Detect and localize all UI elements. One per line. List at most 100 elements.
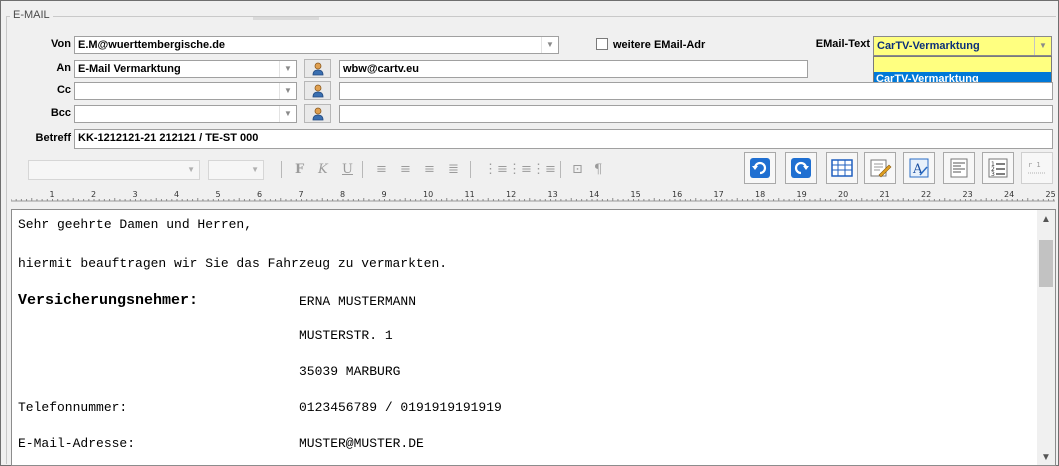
scroll-thumb[interactable]: [1039, 240, 1053, 287]
von-combo[interactable]: E.M@wuerttembergische.de ▼: [74, 36, 559, 54]
edit-button[interactable]: [864, 152, 896, 184]
align-center-icon[interactable]: ≡: [400, 162, 411, 177]
ruler-number: 14: [589, 190, 599, 199]
vn-street: MUSTERSTR. 1: [299, 328, 393, 343]
align-left-icon[interactable]: ≡: [376, 162, 387, 177]
align-right-icon[interactable]: ≡: [424, 162, 435, 177]
bcc-label: Bcc: [50, 107, 71, 119]
weitere-checkbox[interactable]: [596, 38, 608, 50]
betreff-field[interactable]: KK-1212121-21 212121 / TE-ST 000: [74, 129, 1053, 149]
undo-button[interactable]: [744, 152, 776, 184]
ruler-number: 1: [50, 190, 55, 199]
scroll-down-icon[interactable]: ▼: [1037, 452, 1055, 463]
chevron-down-icon[interactable]: ▼: [541, 37, 558, 53]
font-family-combo[interactable]: ▼: [28, 160, 200, 180]
ruler-number: 10: [423, 190, 433, 199]
textbox-icon[interactable]: ⊡: [572, 162, 583, 177]
redo-icon: [791, 158, 811, 178]
ruler-number: 23: [963, 190, 973, 199]
mail-value: MUSTER@MUSTER.DE: [299, 436, 424, 451]
edit-icon: [870, 159, 892, 178]
tel-label: Telefonnummer:: [18, 400, 128, 415]
an-address-field[interactable]: wbw@cartv.eu: [339, 60, 808, 78]
ruler-number: 15: [631, 190, 641, 199]
ruler-number: 19: [797, 190, 807, 199]
ruler-number: 17: [714, 190, 724, 199]
list-numbered-icon[interactable]: ⋮≡: [484, 162, 508, 177]
italic-button[interactable]: K: [318, 162, 328, 177]
redo-button[interactable]: [785, 152, 817, 184]
ruler-number: 24: [1004, 190, 1014, 199]
ruler-number: 21: [880, 190, 890, 199]
ruler-number: 20: [838, 190, 848, 199]
toolbar-separator: [560, 161, 561, 178]
table-icon: [831, 159, 853, 177]
text-style-button[interactable]: A: [903, 152, 935, 184]
person-icon: [312, 62, 323, 76]
an-address: wbw@cartv.eu: [343, 63, 419, 75]
numbering-icon: 1 2 3: [988, 158, 1008, 178]
ruler-number: 3: [133, 190, 138, 199]
bcc-combo[interactable]: ▼: [74, 105, 297, 123]
emailtext-combo[interactable]: CarTV-Vermarktung ▼: [873, 36, 1052, 56]
toolbar-separator: [362, 161, 363, 178]
an-address-book-button[interactable]: [304, 59, 331, 78]
svg-text:A: A: [912, 162, 923, 177]
ruler: 1 2 3 4 5 6 7 8 9 10 11 12 13 14 15 16 17 18 19 20 21 22 23 24 2…: [10, 186, 1056, 204]
cc-address-book-button[interactable]: [304, 81, 331, 100]
font-size-combo[interactable]: ▼: [208, 160, 264, 180]
emailtext-label: EMail-Text: [815, 38, 870, 50]
body-intro: hiermit beauftragen wir Sie das Fahrzeug…: [18, 256, 448, 271]
an-value: E-Mail Vermarktung: [78, 63, 181, 75]
bcc-address-field[interactable]: [339, 105, 1053, 123]
svg-text:3: 3: [991, 171, 995, 178]
betreff-value: KK-1212121-21 212121 / TE-ST 000: [78, 132, 259, 144]
chevron-down-icon[interactable]: ▼: [1034, 37, 1051, 55]
chevron-down-icon[interactable]: ▼: [279, 106, 296, 122]
cc-combo[interactable]: ▼: [74, 82, 297, 100]
table-button[interactable]: [826, 152, 858, 184]
vertical-scrollbar[interactable]: ▲ ▼: [1037, 210, 1055, 465]
email-body-editor[interactable]: Sehr geehrte Damen und Herren, hiermit b…: [11, 209, 1056, 466]
field-code-button[interactable]: r 1: [1021, 152, 1053, 184]
an-label: An: [56, 62, 71, 74]
bold-button[interactable]: F: [295, 162, 304, 177]
group-title: E-MAIL: [10, 9, 53, 21]
ruler-number: 7: [299, 190, 304, 199]
header-scroll-indicator: [253, 17, 319, 20]
ruler-number: 5: [216, 190, 221, 199]
chevron-down-icon[interactable]: ▼: [279, 61, 296, 77]
von-label: Von: [51, 38, 71, 50]
mail-label: E-Mail-Adresse:: [18, 436, 136, 451]
undo-icon: [750, 158, 770, 178]
person-icon: [312, 107, 323, 121]
list-bullet-icon[interactable]: ⋮≡: [508, 162, 532, 177]
von-value: E.M@wuerttembergische.de: [78, 39, 226, 51]
underline-button[interactable]: U: [342, 162, 353, 177]
person-icon: [312, 84, 323, 98]
ruler-number: 12: [506, 190, 516, 199]
paragraph-format-button[interactable]: [943, 152, 975, 184]
align-justify-icon[interactable]: ≣: [448, 162, 459, 177]
scroll-up-icon[interactable]: ▲: [1037, 214, 1055, 225]
indent-icon[interactable]: ⋮≡: [532, 162, 556, 177]
numbering-button[interactable]: 1 2 3: [982, 152, 1014, 184]
an-combo[interactable]: E-Mail Vermarktung ▼: [74, 60, 297, 78]
ruler-number: 2: [91, 190, 96, 199]
vn-city: 35039 MARBURG: [299, 364, 401, 379]
toolbar-separator: [470, 161, 471, 178]
ruler-number: 8: [340, 190, 345, 199]
weitere-label: weitere EMail-Adr: [613, 39, 706, 51]
body-greeting: Sehr geehrte Damen und Herren,: [18, 217, 253, 232]
ruler-number: 16: [672, 190, 682, 199]
cc-address-field[interactable]: [339, 82, 1053, 100]
bcc-address-book-button[interactable]: [304, 104, 331, 123]
vn-name: ERNA MUSTERMANN: [299, 294, 417, 309]
ruler-number: 4: [174, 190, 179, 199]
vn-label: Versicherungsnehmer:: [18, 292, 199, 309]
pilcrow-button[interactable]: ¶: [594, 162, 602, 177]
chevron-down-icon[interactable]: ▼: [279, 83, 296, 99]
ruler-number: 6: [257, 190, 262, 199]
svg-text:r 1: r 1: [1028, 161, 1041, 169]
toolbar-separator: [281, 161, 282, 178]
